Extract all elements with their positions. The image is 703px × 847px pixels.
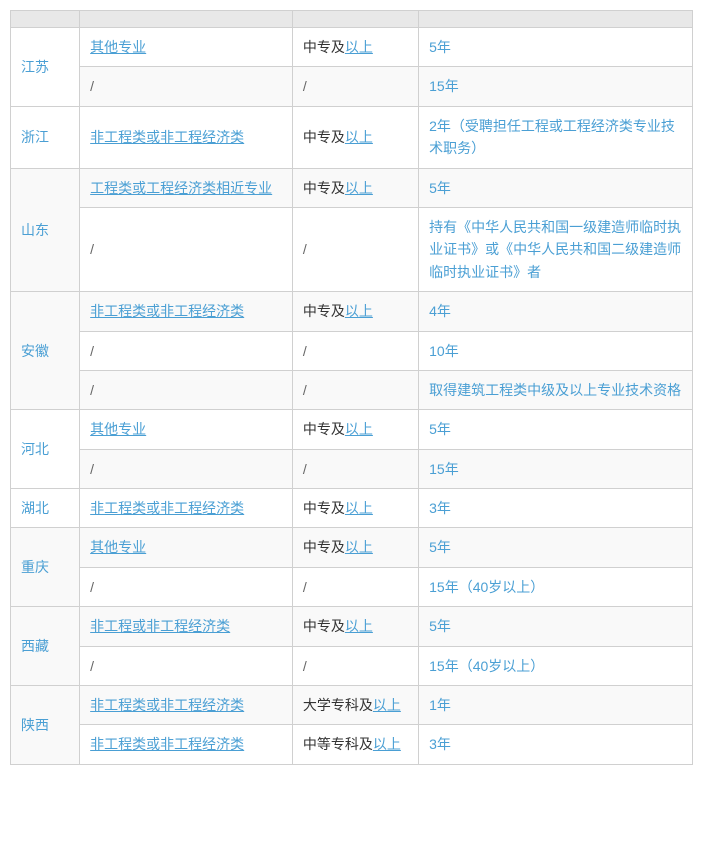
- table-row: //取得建筑工程类中级及以上专业技术资格: [11, 370, 693, 409]
- header-row: [11, 11, 693, 28]
- table-row: //15年（40岁以上）: [11, 567, 693, 606]
- education-cell: /: [292, 449, 418, 488]
- specialty-cell[interactable]: 其他专业: [80, 28, 293, 67]
- work-years-cell: 15年: [419, 67, 693, 106]
- col-header-education: [292, 11, 418, 28]
- work-years-cell: 5年: [419, 528, 693, 567]
- work-years-cell: 10年: [419, 331, 693, 370]
- education-cell: 中等专科及以上: [292, 725, 418, 764]
- specialty-cell[interactable]: 非工程类或非工程经济类: [80, 489, 293, 528]
- education-cell: /: [292, 370, 418, 409]
- specialty-cell: /: [80, 370, 293, 409]
- region-cell: 山东: [11, 168, 80, 292]
- work-years-cell: 15年（40岁以上）: [419, 567, 693, 606]
- table-container: 江苏其他专业中专及以上5年//15年浙江非工程类或非工程经济类中专及以上2年（受…: [0, 0, 703, 775]
- specialty-cell: /: [80, 67, 293, 106]
- col-header-region: [11, 11, 80, 28]
- main-table: 江苏其他专业中专及以上5年//15年浙江非工程类或非工程经济类中专及以上2年（受…: [10, 10, 693, 765]
- table-row: //10年: [11, 331, 693, 370]
- specialty-cell[interactable]: 非工程类或非工程经济类: [80, 686, 293, 725]
- work-years-cell: 1年: [419, 686, 693, 725]
- work-years-cell: 4年: [419, 292, 693, 331]
- education-cell: 中专及以上: [292, 28, 418, 67]
- specialty-cell[interactable]: 非工程类或非工程经济类: [80, 725, 293, 764]
- specialty-cell: /: [80, 207, 293, 291]
- region-cell: 江苏: [11, 28, 80, 107]
- table-row: 湖北非工程类或非工程经济类中专及以上3年: [11, 489, 693, 528]
- specialty-cell[interactable]: 其他专业: [80, 410, 293, 449]
- education-cell: 大学专科及以上: [292, 686, 418, 725]
- table-row: 安徽非工程类或非工程经济类中专及以上4年: [11, 292, 693, 331]
- work-years-cell: 2年（受聘担任工程或工程经济类专业技术职务）: [419, 106, 693, 168]
- work-years-cell: 15年: [419, 449, 693, 488]
- education-cell: 中专及以上: [292, 528, 418, 567]
- specialty-cell: /: [80, 646, 293, 685]
- work-years-cell: 5年: [419, 607, 693, 646]
- table-row: 西藏非工程或非工程经济类中专及以上5年: [11, 607, 693, 646]
- table-row: 重庆其他专业中专及以上5年: [11, 528, 693, 567]
- col-header-specialty: [80, 11, 293, 28]
- work-years-cell: 5年: [419, 28, 693, 67]
- work-years-cell: 5年: [419, 168, 693, 207]
- education-cell: /: [292, 646, 418, 685]
- region-cell: 浙江: [11, 106, 80, 168]
- education-cell: 中专及以上: [292, 292, 418, 331]
- specialty-cell: /: [80, 567, 293, 606]
- table-row: 浙江非工程类或非工程经济类中专及以上2年（受聘担任工程或工程经济类专业技术职务）: [11, 106, 693, 168]
- table-row: 江苏其他专业中专及以上5年: [11, 28, 693, 67]
- region-cell: 湖北: [11, 489, 80, 528]
- specialty-cell[interactable]: 非工程类或非工程经济类: [80, 106, 293, 168]
- education-cell: /: [292, 331, 418, 370]
- education-cell: /: [292, 567, 418, 606]
- col-header-work-years: [419, 11, 693, 28]
- work-years-cell: 5年: [419, 410, 693, 449]
- education-cell: /: [292, 67, 418, 106]
- region-cell: 重庆: [11, 528, 80, 607]
- table-row: //持有《中华人民共和国一级建造师临时执业证书》或《中华人民共和国二级建造师临时…: [11, 207, 693, 291]
- table-row: //15年: [11, 449, 693, 488]
- education-cell: 中专及以上: [292, 410, 418, 449]
- specialty-cell[interactable]: 非工程类或非工程经济类: [80, 292, 293, 331]
- region-cell: 西藏: [11, 607, 80, 686]
- table-row: 河北其他专业中专及以上5年: [11, 410, 693, 449]
- work-years-cell: 15年（40岁以上）: [419, 646, 693, 685]
- specialty-cell[interactable]: 其他专业: [80, 528, 293, 567]
- education-cell: 中专及以上: [292, 489, 418, 528]
- specialty-cell: /: [80, 449, 293, 488]
- specialty-cell[interactable]: 工程类或工程经济类相近专业: [80, 168, 293, 207]
- region-cell: 安徽: [11, 292, 80, 410]
- work-years-cell: 取得建筑工程类中级及以上专业技术资格: [419, 370, 693, 409]
- table-row: 非工程类或非工程经济类中等专科及以上3年: [11, 725, 693, 764]
- education-cell: 中专及以上: [292, 106, 418, 168]
- work-years-cell: 3年: [419, 489, 693, 528]
- education-cell: 中专及以上: [292, 168, 418, 207]
- table-row: 山东工程类或工程经济类相近专业中专及以上5年: [11, 168, 693, 207]
- table-row: //15年（40岁以上）: [11, 646, 693, 685]
- work-years-cell: 3年: [419, 725, 693, 764]
- specialty-cell[interactable]: 非工程或非工程经济类: [80, 607, 293, 646]
- work-years-cell: 持有《中华人民共和国一级建造师临时执业证书》或《中华人民共和国二级建造师临时执业…: [419, 207, 693, 291]
- table-row: 陕西非工程类或非工程经济类大学专科及以上1年: [11, 686, 693, 725]
- education-cell: /: [292, 207, 418, 291]
- education-cell: 中专及以上: [292, 607, 418, 646]
- specialty-cell: /: [80, 331, 293, 370]
- region-cell: 陕西: [11, 686, 80, 765]
- table-row: //15年: [11, 67, 693, 106]
- region-cell: 河北: [11, 410, 80, 489]
